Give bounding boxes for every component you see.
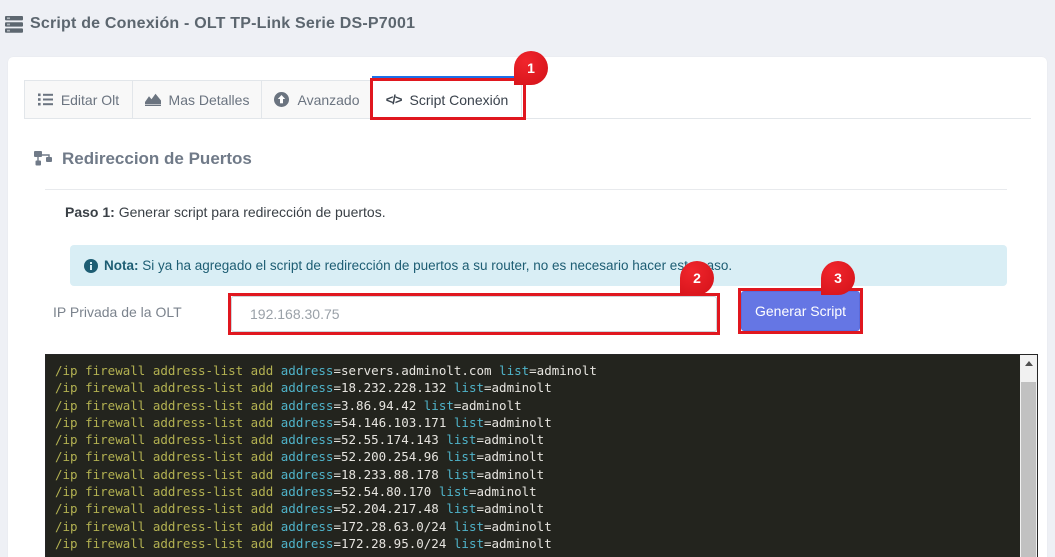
code-line: /ip firewall address-list add address=18… <box>55 466 1009 483</box>
tab-mas-detalles[interactable]: Mas Detalles <box>133 80 262 118</box>
alert-label: Nota: <box>104 258 139 273</box>
tab-bar: Editar Olt Mas Detalles Avanzado <box>24 80 1031 119</box>
tab-editar-olt[interactable]: Editar Olt <box>24 80 133 118</box>
page-title: Script de Conexión - OLT TP-Link Serie D… <box>30 15 415 33</box>
code-line: /ip firewall address-list add address=18… <box>55 379 1009 396</box>
chart-area-icon <box>145 93 161 106</box>
generate-script-button[interactable]: Generar Script <box>741 291 860 331</box>
code-line: /ip firewall address-list add address=se… <box>55 362 1009 379</box>
ip-form-row: IP Privada de la OLT Generar Script <box>53 288 1031 335</box>
script-output-terminal[interactable]: /ip firewall address-list add address=se… <box>45 354 1038 557</box>
terminal-scrollbar[interactable] <box>1020 355 1037 557</box>
sitemap-icon <box>34 151 53 167</box>
code-line: /ip firewall address-list add address=52… <box>55 431 1009 448</box>
alert-text: Nota: Si ya ha agregado el script de red… <box>104 258 732 273</box>
tab-label: Script Conexión <box>409 92 508 108</box>
code-line: /ip firewall address-list add address=52… <box>55 483 1009 500</box>
section-heading: Redireccion de Puertos <box>34 149 1031 169</box>
code-line: /ip firewall address-list add address=54… <box>55 414 1009 431</box>
info-icon <box>84 259 98 273</box>
code-line: /ip firewall address-list add address=52… <box>55 500 1009 517</box>
list-icon <box>38 93 53 106</box>
code-line: /ip firewall address-list add address=17… <box>55 535 1009 552</box>
code-line: /ip firewall address-list add address=17… <box>55 518 1009 535</box>
code-line: /ip firewall address-list add address=3.… <box>55 397 1009 414</box>
ip-input[interactable] <box>231 296 717 332</box>
tab-label: Mas Detalles <box>169 92 250 108</box>
ip-field-label: IP Privada de la OLT <box>53 288 228 320</box>
alert-message: Si ya ha agregado el script de redirecci… <box>139 258 733 273</box>
olt-card: Editar Olt Mas Detalles Avanzado <box>8 57 1047 557</box>
tab-avanzado[interactable]: Avanzado <box>262 80 373 118</box>
server-icon <box>5 16 23 33</box>
arrow-circle-up-icon <box>274 92 289 107</box>
section-title: Redireccion de Puertos <box>62 149 252 169</box>
code-icon: </> <box>386 92 402 107</box>
scroll-up-icon[interactable] <box>1020 355 1037 372</box>
info-alert: Nota: Si ya ha agregado el script de red… <box>70 245 1007 286</box>
tab-label: Avanzado <box>297 92 359 108</box>
step-text: Paso 1: Generar script para redirección … <box>65 204 1031 220</box>
divider <box>45 189 1007 190</box>
annotation-rect-button: Generar Script <box>738 288 863 334</box>
tab-script-conexion[interactable]: </> Script Conexión <box>373 80 522 118</box>
step-label: Paso 1: <box>65 204 115 220</box>
step-description: Generar script para redirección de puert… <box>115 204 386 220</box>
scrollbar-thumb[interactable] <box>1021 382 1036 557</box>
page-header: Script de Conexión - OLT TP-Link Serie D… <box>0 0 1055 57</box>
annotation-rect-input <box>228 293 720 335</box>
tab-label: Editar Olt <box>61 92 119 108</box>
code-line: /ip firewall address-list add address=52… <box>55 448 1009 465</box>
terminal-code: /ip firewall address-list add address=se… <box>46 355 1037 557</box>
